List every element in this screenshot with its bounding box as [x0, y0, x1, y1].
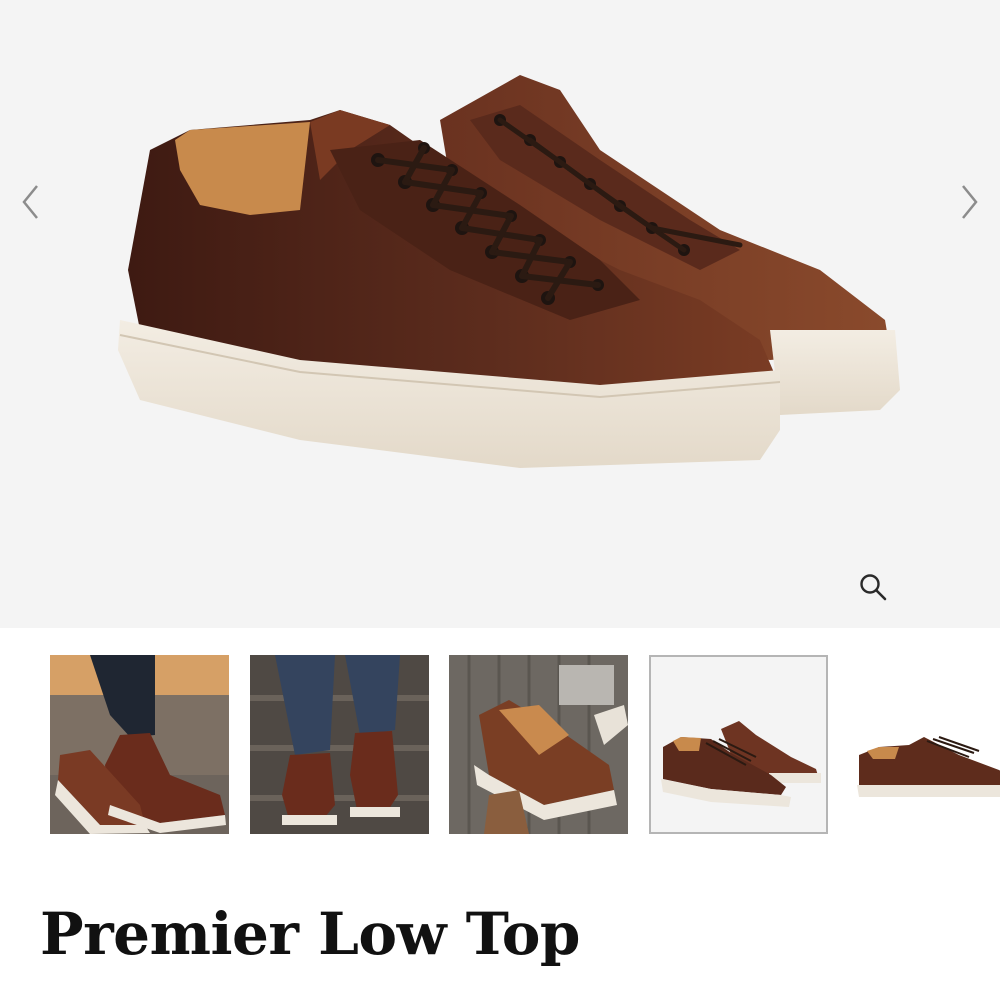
- magnifier-icon: [860, 574, 887, 601]
- product-title: Premier Low Top: [40, 900, 580, 968]
- product-photo-sneaker-side: [849, 655, 1000, 834]
- thumbnail-3[interactable]: [449, 655, 628, 834]
- thumbnail-1[interactable]: [50, 655, 229, 834]
- zoom-button[interactable]: [852, 566, 894, 608]
- lifestyle-photo-sneaker-side: [50, 655, 229, 834]
- thumbnail-2[interactable]: [250, 655, 429, 834]
- sneaker-pair-image: [118, 75, 900, 468]
- next-image-button[interactable]: [950, 180, 990, 224]
- lifestyle-photo-sneakers-front: [250, 655, 429, 834]
- main-product-image[interactable]: [0, 0, 1000, 628]
- photo-sneaker-in-hand: [449, 655, 628, 834]
- product-page: Premier Low Top: [0, 0, 1000, 1000]
- previous-image-button[interactable]: [10, 180, 50, 224]
- product-photo-sneaker-pair: [651, 657, 826, 832]
- thumbnail-5[interactable]: [849, 655, 1000, 834]
- chevron-left-icon: [22, 185, 38, 219]
- thumbnail-strip: [0, 655, 1000, 835]
- thumbnail-4[interactable]: [649, 655, 828, 834]
- chevron-right-icon: [962, 185, 978, 219]
